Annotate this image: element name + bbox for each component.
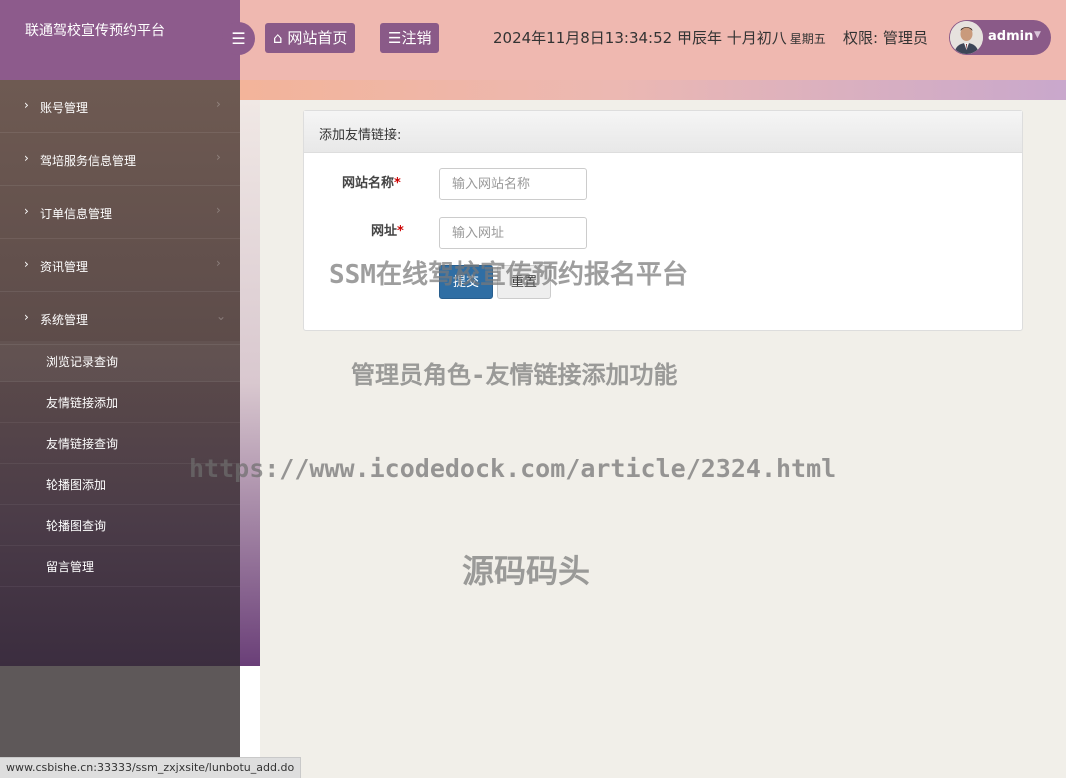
panel-title: 添加友情链接:: [319, 128, 402, 143]
weekday-text: 星期五: [789, 32, 826, 46]
list-icon: ☰: [388, 29, 402, 47]
watermark-subtitle: 管理员角色-友情链接添加功能: [351, 361, 678, 389]
sidebar-item-account[interactable]: › 账号管理 ›: [0, 80, 240, 133]
sidebar-item-label: 系统管理: [40, 313, 89, 327]
user-menu[interactable]: admin ▼: [949, 20, 1051, 55]
sidebar-item-orders[interactable]: › 订单信息管理 ›: [0, 186, 240, 239]
username: admin: [988, 29, 1034, 44]
header-gradient-strip: [240, 80, 1066, 100]
sidebar-item-system[interactable]: › 系统管理 ⌄: [0, 292, 240, 345]
browser-status-bar: www.csbishe.cn:33333/ssm_zxjxsite/lunbot…: [0, 757, 302, 778]
site-name-label: 网站名称*: [342, 172, 401, 191]
sidebar-subitem-label: 友情链接添加: [46, 396, 119, 410]
url-label: 网址*: [371, 220, 404, 239]
chevron-right-icon: ›: [24, 257, 29, 271]
site-name-input[interactable]: [439, 168, 587, 200]
sidebar-subitem-label: 浏览记录查询: [46, 355, 119, 369]
brand-panel: 联通驾校宣传预约平台: [0, 0, 240, 80]
sidebar-item-label: 订单信息管理: [40, 207, 113, 221]
url-input[interactable]: [439, 217, 587, 249]
add-link-panel: 添加友情链接: 网站名称* 网址* 提交 重置: [303, 110, 1023, 331]
menu-bars-icon: ☰: [231, 29, 246, 48]
sidebar-toggle-button[interactable]: ☰: [222, 22, 255, 55]
chevron-right-icon: ›: [216, 150, 221, 164]
url-label-text: 网址: [371, 224, 398, 239]
watermark-url: https://www.icodedock.com/article/2324.h…: [189, 454, 837, 483]
datetime-display: 2024年11月8日13:34:52 甲辰年 十月初八 星期五: [493, 27, 826, 48]
sidebar-subitem-label: 轮播图查询: [46, 519, 107, 533]
sidebar-item-label: 资讯管理: [40, 260, 89, 274]
sidebar-item-label: 账号管理: [40, 101, 89, 115]
chevron-right-icon: ›: [24, 98, 29, 112]
sidebar-item-label: 驾培服务信息管理: [40, 154, 137, 168]
chevron-right-icon: ›: [24, 151, 29, 165]
avatar: [950, 21, 983, 54]
watermark-brand: 源码码头: [462, 552, 591, 590]
home-button[interactable]: ⌂ 网站首页: [265, 23, 356, 53]
sidebar-subitem-messages[interactable]: 留言管理: [0, 546, 240, 587]
site-name-label-text: 网站名称: [342, 176, 395, 191]
panel-header: 添加友情链接:: [304, 111, 1022, 153]
sidebar-item-driving-service[interactable]: › 驾培服务信息管理 ›: [0, 133, 240, 186]
required-mark: *: [397, 224, 404, 239]
chevron-right-icon: ›: [24, 204, 29, 218]
permission-text: 权限: 管理员: [843, 29, 928, 47]
sidebar-subitem-label: 轮播图添加: [46, 478, 107, 492]
brand-title: 联通驾校宣传预约平台: [25, 23, 165, 39]
sidebar-item-news[interactable]: › 资讯管理 ›: [0, 239, 240, 292]
chevron-right-icon: ›: [216, 256, 221, 270]
chevron-right-icon: ›: [216, 203, 221, 217]
chevron-right-icon: ›: [24, 310, 29, 324]
datetime-text: 2024年11月8日13:34:52 甲辰年 十月初八: [493, 29, 787, 47]
sidebar-subitem-browse-history[interactable]: 浏览记录查询: [0, 341, 240, 382]
required-mark: *: [394, 176, 401, 191]
sidebar-subitem-carousel-query[interactable]: 轮播图查询: [0, 505, 240, 546]
chevron-right-icon: ›: [216, 97, 221, 111]
chevron-down-icon: ▼: [1034, 30, 1041, 40]
sidebar-subitem-label: 友情链接查询: [46, 437, 119, 451]
home-label: 网站首页: [287, 29, 348, 47]
sidebar-subitem-link-add[interactable]: 友情链接添加: [0, 382, 240, 423]
sidebar-subitem-label: 留言管理: [46, 560, 95, 574]
logout-button[interactable]: ☰注销: [380, 23, 440, 53]
decorative-strip: [240, 100, 260, 666]
home-icon: ⌂: [273, 29, 283, 47]
chevron-down-icon: ⌄: [216, 309, 227, 323]
logout-label: 注销: [401, 29, 432, 47]
watermark-title: SSM在线驾校宣传预约报名平台: [329, 260, 688, 290]
